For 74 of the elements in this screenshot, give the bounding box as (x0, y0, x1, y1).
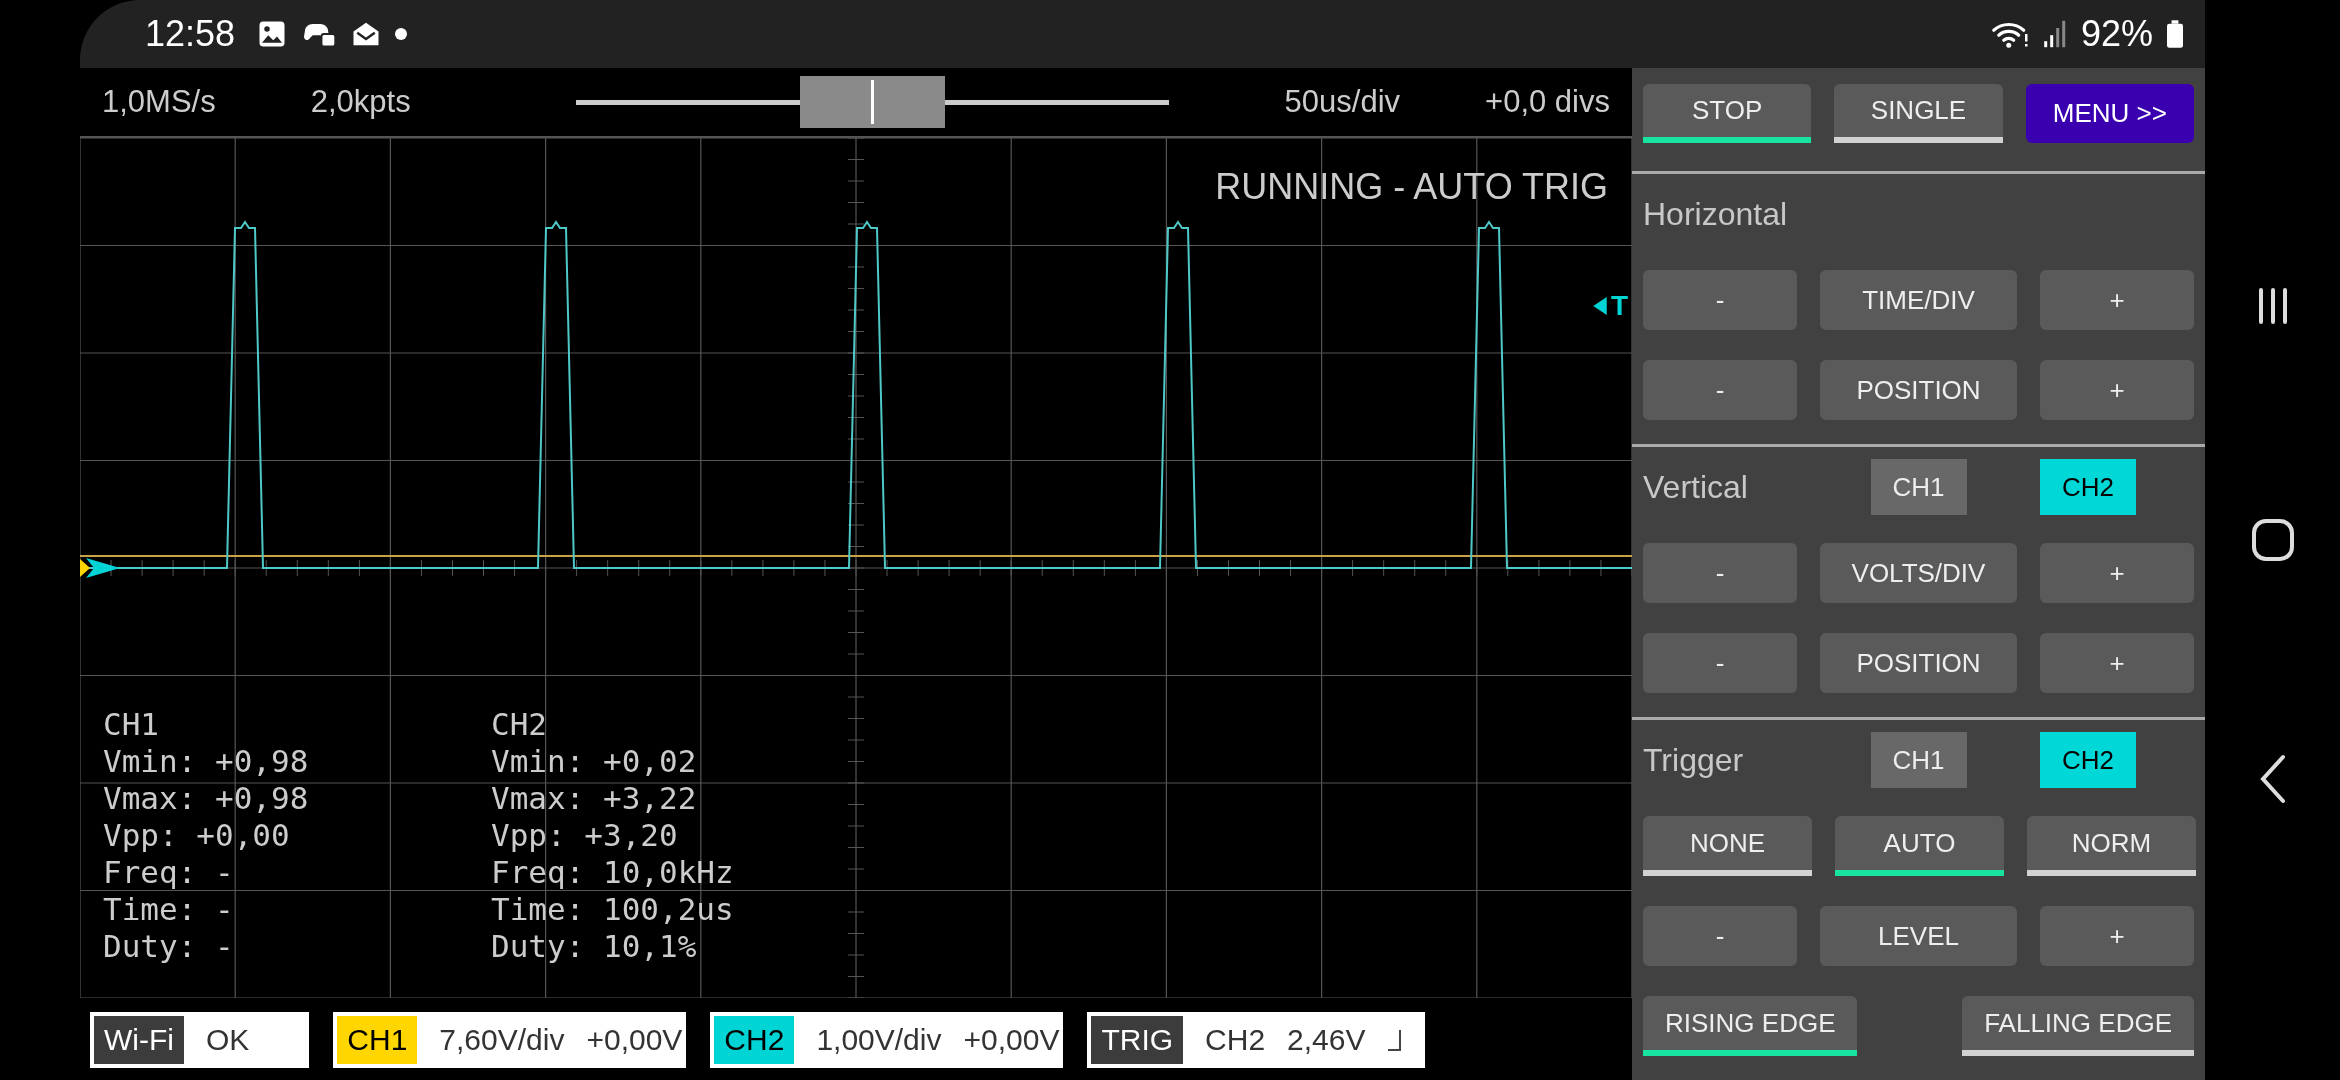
battery-icon (2167, 20, 2183, 48)
timebase: 50us/div (1284, 84, 1401, 120)
step-button[interactable]: - (1643, 543, 1797, 603)
box-tag: CH2 (714, 1016, 795, 1064)
step-button[interactable]: + (2040, 906, 2194, 966)
clock: 12:58 (145, 13, 236, 55)
acquisition-status: RUNNING - AUTO TRIG (1215, 166, 1608, 208)
step-button[interactable]: + (2040, 633, 2194, 693)
mode-button[interactable]: NORM (2027, 816, 2196, 876)
run-button[interactable]: STOP (1643, 84, 1812, 143)
measurement-line: Vpp: +3,20 (491, 817, 679, 854)
ch1-marker-icon (80, 559, 90, 577)
trigger-marker: T (1610, 290, 1628, 322)
box-value: +0,00V (963, 1023, 1060, 1057)
edge-button[interactable]: RISING EDGE (1643, 996, 1858, 1056)
measurement-line: Freq: 10,0kHz (491, 854, 735, 891)
slider-thumb[interactable] (800, 76, 946, 128)
mode-button[interactable]: NONE (1643, 816, 1812, 876)
box-value: 7,60V/div (439, 1023, 565, 1057)
position-slider[interactable] (575, 76, 1169, 128)
measurement-line: Duty: 10,1% (491, 928, 698, 965)
run-button[interactable]: MENU >> (2025, 84, 2194, 143)
channel-button[interactable]: CH2 (2040, 459, 2136, 515)
battery-percent: 92% (2080, 13, 2153, 55)
control-button[interactable]: VOLTS/DIV (1820, 543, 2017, 603)
measurement-line: Vmax: +3,22 (491, 780, 698, 817)
trigger-level-icon (1592, 297, 1607, 315)
channel-label: CH1 (103, 706, 160, 743)
step-button[interactable]: - (1643, 270, 1797, 330)
step-button[interactable]: + (2040, 360, 2194, 420)
box-value: +0,00V (586, 1023, 683, 1057)
box-value: OK (205, 1023, 250, 1057)
measurement-line: Vmax: +0,98 (103, 780, 310, 817)
step-button[interactable]: - (1643, 360, 1797, 420)
measurement-line: Vmin: +0,02 (491, 743, 698, 780)
measurement-line: Time: 100,2us (491, 891, 735, 928)
box-value: 2,46V (1287, 1023, 1366, 1057)
box-value: CH2 (1205, 1023, 1266, 1057)
step-button[interactable]: - (1643, 906, 1797, 966)
measurement-line: Freq: - (103, 854, 235, 891)
horizontal-offset: +0,0 divs (1485, 84, 1610, 120)
box-tag: CH1 (337, 1016, 418, 1064)
channel-button[interactable]: CH2 (2040, 732, 2136, 788)
step-button[interactable]: + (2040, 543, 2194, 603)
home-icon[interactable] (2250, 518, 2295, 562)
memory-points: 2,0kpts (310, 84, 411, 120)
measurement-line: Time: - (103, 891, 235, 928)
section-title: Horizontal (1643, 195, 1789, 233)
channel-button[interactable]: CH1 (1870, 732, 1967, 788)
step-button[interactable]: + (2040, 270, 2194, 330)
box-tag: TRIG (1091, 1016, 1184, 1064)
section-title: Trigger (1643, 741, 1745, 779)
edge-button[interactable]: FALLING EDGE (1962, 996, 2194, 1056)
signal-icon (2042, 19, 2067, 49)
run-button[interactable]: SINGLE (1834, 84, 2003, 143)
control-button[interactable]: TIME/DIV (1820, 270, 2017, 330)
channel-label: CH2 (491, 706, 548, 743)
edge-icon (1387, 1028, 1404, 1052)
measurement-line: Vmin: +0,98 (103, 743, 310, 780)
channel-button[interactable]: CH1 (1870, 459, 1967, 515)
control-button[interactable]: POSITION (1820, 633, 2017, 693)
section-title: Vertical (1643, 468, 1749, 506)
sample-rate: 1,0MS/s (102, 84, 216, 120)
dot-icon (395, 28, 408, 40)
mode-button[interactable]: AUTO (1835, 816, 2004, 876)
control-button[interactable]: POSITION (1820, 360, 2017, 420)
step-button[interactable]: - (1643, 633, 1797, 693)
ch2-marker-icon (86, 558, 120, 578)
box-value: 1,00V/div (816, 1023, 942, 1057)
control-button[interactable]: LEVEL (1820, 906, 2017, 966)
measurement-line: Vpp: +0,00 (103, 817, 291, 854)
gallery-icon (257, 19, 288, 49)
measurement-line: Duty: - (103, 928, 235, 965)
box-tag: Wi-Fi (94, 1016, 184, 1064)
